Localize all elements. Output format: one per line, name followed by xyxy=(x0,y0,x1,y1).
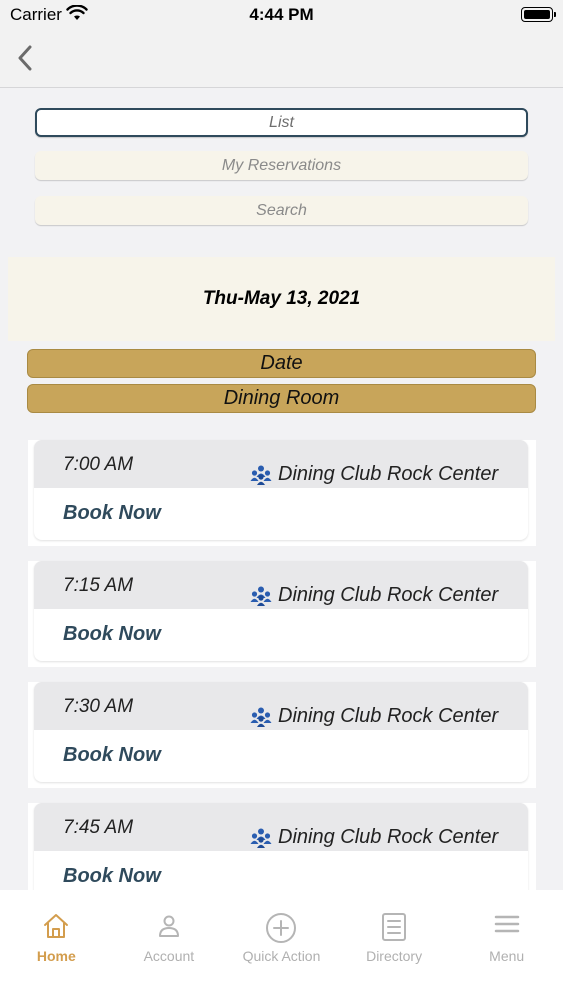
time-slot-inner: 7:15 AM Dining Club Rock Center Book Now xyxy=(34,561,528,661)
navigation-bar xyxy=(0,30,563,88)
people-group-icon xyxy=(250,586,272,606)
date-filter-button[interactable]: Date xyxy=(27,349,536,378)
plus-circle-icon xyxy=(266,913,297,943)
tab-directory[interactable]: Directory xyxy=(338,890,451,1000)
tab-menu[interactable]: Menu xyxy=(450,890,563,1000)
people-group-icon xyxy=(250,707,272,727)
people-group-icon xyxy=(250,828,272,848)
list-tab-button[interactable]: List xyxy=(35,108,528,137)
book-now-link[interactable]: Book Now xyxy=(63,865,161,888)
slot-time: 7:45 AM xyxy=(63,817,134,838)
time-slot-card[interactable]: 7:15 AM Dining Club Rock Center Book Now xyxy=(28,561,536,667)
dining-room-filter-button[interactable]: Dining Room xyxy=(27,384,536,413)
back-button[interactable] xyxy=(10,42,40,74)
battery-icon xyxy=(521,7,556,22)
tab-label: Directory xyxy=(366,948,423,964)
home-icon xyxy=(44,914,69,938)
chevron-left-icon xyxy=(18,45,32,71)
book-now-link[interactable]: Book Now xyxy=(63,623,161,646)
list-icon xyxy=(382,913,407,941)
slot-location: Dining Club Rock Center xyxy=(250,463,498,486)
slot-location-name: Dining Club Rock Center xyxy=(278,584,499,606)
slot-time: 7:30 AM xyxy=(63,696,134,717)
tab-label: Menu xyxy=(489,948,525,964)
tab-quick-action[interactable]: Quick Action xyxy=(225,890,338,1000)
time-slot-inner: 7:30 AM Dining Club Rock Center Book Now xyxy=(34,682,528,782)
status-bar: Carrier 4:44 PM xyxy=(0,0,563,30)
slot-location-name: Dining Club Rock Center xyxy=(278,826,499,848)
time-slot-inner: 7:45 AM Dining Club Rock Center Book Now xyxy=(34,803,528,890)
book-now-link[interactable]: Book Now xyxy=(63,744,161,767)
people-group-icon xyxy=(250,465,272,485)
slot-time: 7:15 AM xyxy=(63,575,134,596)
slot-location: Dining Club Rock Center xyxy=(250,584,498,607)
my-reservations-button[interactable]: My Reservations xyxy=(35,151,528,180)
tab-label: Account xyxy=(143,948,195,964)
main-content: List My Reservations Search Thu-May 13, … xyxy=(0,88,563,890)
hamburger-icon xyxy=(494,915,519,933)
tab-account[interactable]: Account xyxy=(113,890,226,1000)
time-slot-card[interactable]: 7:30 AM Dining Club Rock Center Book Now xyxy=(28,682,536,788)
slot-location-name: Dining Club Rock Center xyxy=(278,463,499,485)
date-header: Thu-May 13, 2021 xyxy=(8,257,555,341)
time-slot-card[interactable]: 7:45 AM Dining Club Rock Center Book Now xyxy=(28,803,536,890)
time-slot-card[interactable]: 7:00 AM Dining Club Rock Center Book Now xyxy=(28,440,536,546)
selected-date-label: Thu-May 13, 2021 xyxy=(202,288,361,309)
slot-location: Dining Club Rock Center xyxy=(250,826,498,849)
person-icon xyxy=(158,915,179,937)
tab-label: Quick Action xyxy=(242,948,321,964)
time-slot-inner: 7:00 AM Dining Club Rock Center Book Now xyxy=(34,440,528,540)
tab-label: Home xyxy=(36,948,76,964)
tab-bar: Home Account Quick Action Directory Menu xyxy=(0,890,563,1000)
slot-location: Dining Club Rock Center xyxy=(250,705,498,728)
slot-location-name: Dining Club Rock Center xyxy=(278,705,499,727)
book-now-link[interactable]: Book Now xyxy=(63,502,161,525)
slot-time: 7:00 AM xyxy=(63,454,134,475)
tab-home[interactable]: Home xyxy=(0,890,113,1000)
status-time: 4:44 PM xyxy=(249,5,314,24)
search-button[interactable]: Search xyxy=(35,196,528,225)
